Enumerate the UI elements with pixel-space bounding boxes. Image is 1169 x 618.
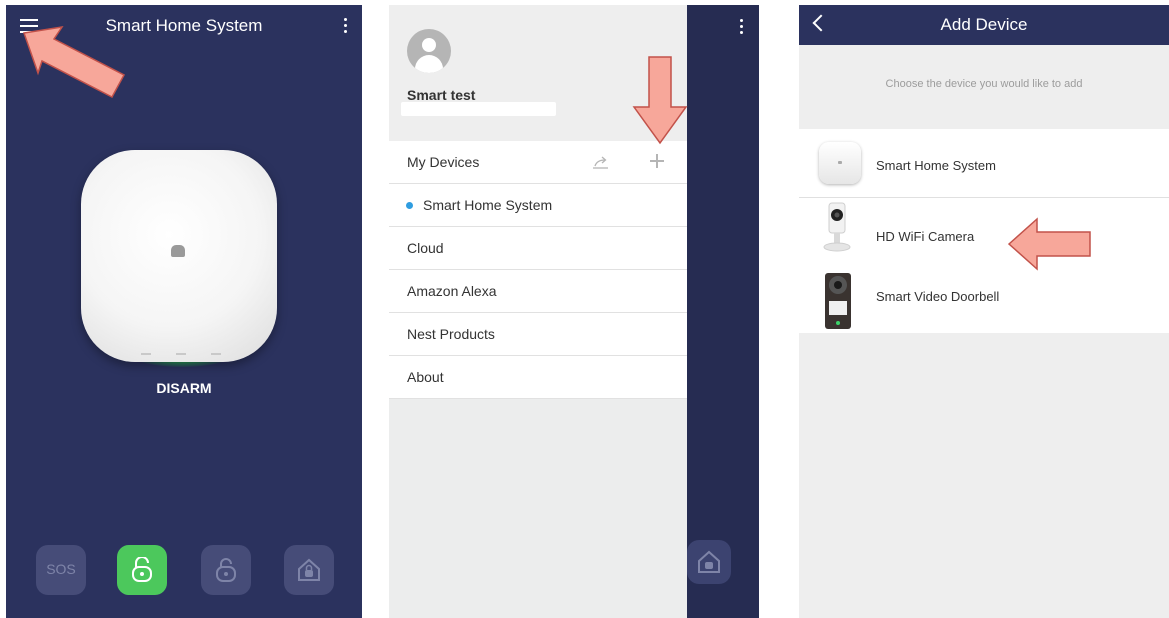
camera-icon <box>823 202 851 252</box>
menu-item-my-devices: My Devices <box>389 141 687 184</box>
sos-button[interactable]: SOS <box>36 545 86 595</box>
menu-item-amazon-alexa[interactable]: Amazon Alexa <box>389 270 687 313</box>
device-name: Smart Video Doorbell <box>876 289 1000 304</box>
user-email-redacted <box>401 102 556 116</box>
home-arm-button-behind <box>687 540 731 584</box>
menu-item-nest-products[interactable]: Nest Products <box>389 313 687 356</box>
unlock-icon <box>132 557 152 582</box>
disarm-button[interactable] <box>117 545 167 595</box>
device-name: Smart Home System <box>876 158 996 173</box>
menu-item-label: Amazon Alexa <box>407 283 497 299</box>
pointer-arrow <box>632 56 688 145</box>
lock-icon <box>216 558 236 582</box>
page-title: Add Device <box>940 15 1028 34</box>
drawer-menu: My Devices Smart Home System Cloud Amazo… <box>389 141 687 399</box>
menu-item-label: My Devices <box>407 154 480 170</box>
arm-button[interactable] <box>201 545 251 595</box>
device-name: HD WiFi Camera <box>876 229 975 244</box>
alarm-status: DISARM <box>156 380 212 396</box>
selected-dot <box>406 202 413 209</box>
header-bar: Add Device <box>799 5 1169 45</box>
home-lock-icon <box>698 550 720 573</box>
menu-item-smart-home-system[interactable]: Smart Home System <box>389 184 687 227</box>
avatar[interactable] <box>407 29 451 73</box>
menu-item-label: Cloud <box>407 240 444 256</box>
menu-item-cloud[interactable]: Cloud <box>389 227 687 270</box>
menu-item-label: Nest Products <box>407 326 495 342</box>
username: Smart test <box>407 87 476 103</box>
more-options-icon[interactable] <box>342 18 348 40</box>
menu-item-about[interactable]: About <box>389 356 687 399</box>
more-options-icon[interactable] <box>738 19 744 41</box>
add-device-icon[interactable] <box>650 154 664 168</box>
home-screen: Smart Home System DISARM SOS <box>6 5 362 618</box>
device-list: Smart Home System HD WiFi Camera Smart V… <box>799 129 1169 333</box>
pointer-arrow <box>22 25 126 99</box>
hub-device-image <box>81 150 277 362</box>
drawer-screen: Smart test My Devices Smart Home System <box>389 5 759 618</box>
share-icon[interactable] <box>592 155 610 169</box>
home-lock-icon <box>298 558 320 581</box>
pointer-arrow <box>1007 217 1091 271</box>
menu-item-label: Smart Home System <box>423 197 553 213</box>
home-arm-button[interactable] <box>284 545 334 595</box>
menu-item-label: About <box>407 369 444 385</box>
device-row-smart-home-system[interactable]: Smart Home System <box>799 129 1169 198</box>
hub-leds <box>141 353 221 356</box>
hub-logo-icon <box>171 245 185 257</box>
add-device-screen: Add Device Choose the device you would l… <box>799 5 1169 618</box>
hub-icon <box>819 142 861 184</box>
doorbell-icon <box>825 273 851 329</box>
device-row-hd-wifi-camera[interactable]: HD WiFi Camera <box>799 197 1169 265</box>
instruction-text: Choose the device you would like to add <box>885 78 1083 90</box>
device-row-smart-video-doorbell[interactable]: Smart Video Doorbell <box>799 265 1169 333</box>
sos-label: SOS <box>46 561 76 577</box>
